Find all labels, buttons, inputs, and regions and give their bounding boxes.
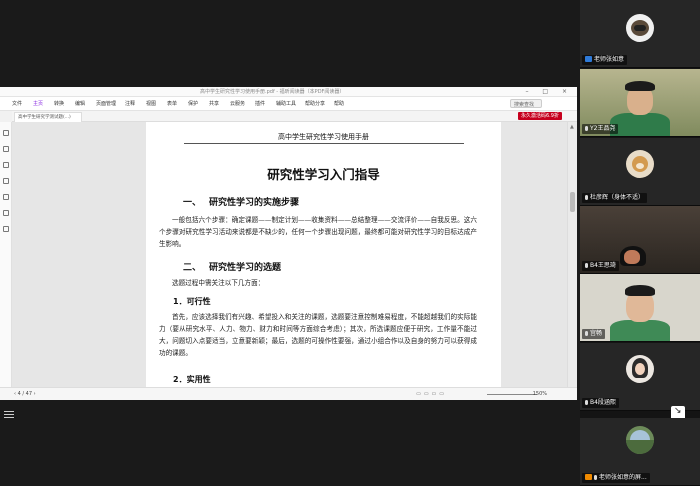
promo-badge[interactable]: 永久激活码6.9折: [518, 112, 562, 120]
title-bar: 高中学生研究性学习使用手册.pdf - 福昕阅读器（本PDF阅读器） – □ ×: [0, 87, 577, 97]
menu-plugins[interactable]: 插件: [255, 100, 265, 107]
page-number: 4 / 47: [17, 391, 33, 397]
mic-icon: [585, 263, 588, 268]
meeting-window: 高中学生研究性学习使用手册.pdf - 福昕阅读器（本PDF阅读器） – □ ×…: [0, 0, 700, 486]
view-mode-icons[interactable]: ▭▭▭▭: [416, 391, 447, 397]
window-title: 高中学生研究性学习使用手册.pdf - 福昕阅读器（本PDF阅读器）: [200, 89, 345, 95]
menu-view[interactable]: 视图: [146, 100, 156, 107]
menu-icon[interactable]: [4, 409, 18, 421]
participant-label: 老师张如意: [582, 55, 628, 65]
page-indicator[interactable]: ‹ 4 / 47 ›: [14, 391, 36, 397]
avatar: [626, 150, 654, 178]
host-badge-icon: [585, 56, 592, 62]
section1-paragraph: 一般包括六个步骤：确定课题——制定计划——收集资料——总结整理——交流评价——自…: [159, 216, 477, 248]
left-toolbar: [0, 122, 12, 387]
header-rule: [184, 143, 464, 144]
section2-number: 二、: [183, 263, 202, 273]
search-input[interactable]: 搜索查找: [510, 99, 542, 108]
participant-tile[interactable]: 老师张如意: [580, 0, 700, 68]
comment-icon[interactable]: [3, 162, 9, 168]
participant-tile[interactable]: 杜彦辉（身体不适）: [580, 138, 700, 206]
participant-label: 杜彦辉（身体不适）: [582, 193, 648, 203]
menu-comment[interactable]: 注释: [125, 100, 135, 107]
avatar: [626, 355, 654, 383]
zoom-level[interactable]: 150%: [533, 391, 547, 397]
attachment-icon[interactable]: [3, 194, 9, 200]
share-icon: [585, 474, 592, 480]
document-tabs: 高中学生研究学测试题(...): [12, 111, 577, 122]
vertical-scrollbar[interactable]: ▲: [567, 122, 577, 387]
participant-tile[interactable]: 老师张如意的屏...: [580, 418, 700, 486]
avatar: [626, 14, 654, 42]
section2-intro: 选题过程中需关注以下几方面：: [172, 279, 265, 287]
avatar: [626, 426, 654, 454]
pdf-viewer-window: 高中学生研究性学习使用手册.pdf - 福昕阅读器（本PDF阅读器） – □ ×…: [0, 87, 577, 400]
menu-bar: 文件 主页 转换 编辑 页面管理 注释 视图 表单 保护 共享 云服务 插件 辅…: [0, 97, 577, 111]
participant-label: Y2王品尧: [582, 124, 619, 134]
menu-tools[interactable]: 辅助工具: [276, 100, 296, 107]
mic-icon: [594, 475, 597, 480]
participant-tile[interactable]: B4段涵熙: [580, 343, 700, 411]
menu-file[interactable]: 文件: [12, 100, 22, 107]
status-bar: ‹ 4 / 47 › ▭▭▭▭ 150%: [0, 387, 577, 400]
participant-label: 宫畅: [582, 329, 606, 339]
running-header: 高中学生研究性学习使用手册: [278, 133, 369, 141]
section1-title: 研究性学习的实施步骤: [209, 198, 300, 208]
subsection-feasibility: 1．可行性: [173, 297, 211, 306]
feasibility-paragraph: 首先，应该选择我们有兴趣、希望投入和关注的课题，选题要注意控制难易程度，不能超越…: [159, 313, 477, 357]
participant-tile[interactable]: Y2王品尧: [580, 69, 700, 137]
participant-tile[interactable]: 宫畅: [580, 274, 700, 342]
menu-share-help[interactable]: 帮助分享: [305, 100, 325, 107]
participant-panel: 老师张如意 Y2王品尧 杜彦辉（身体不适） B4王思琦 宫畅 B4段涵熙 ↘ 老…: [580, 0, 700, 486]
menu-edit[interactable]: 编辑: [75, 100, 85, 107]
participant-tile[interactable]: B4王思琦: [580, 206, 700, 274]
thumbnail-icon[interactable]: [3, 146, 9, 152]
scroll-thumb[interactable]: [570, 192, 575, 212]
section2-title: 研究性学习的选题: [209, 263, 282, 273]
menu-protect[interactable]: 保护: [188, 100, 198, 107]
tab-document[interactable]: 高中学生研究学测试题(...): [14, 112, 82, 122]
menu-pages[interactable]: 页面管理: [96, 100, 116, 107]
mic-icon: [585, 400, 588, 405]
participant-label: B4段涵熙: [582, 398, 619, 408]
shared-screen: 高中学生研究性学习使用手册.pdf - 福昕阅读器（本PDF阅读器） – □ ×…: [0, 0, 580, 486]
security-icon[interactable]: [3, 226, 9, 232]
menu-help[interactable]: 帮助: [334, 100, 344, 107]
signature-icon[interactable]: [3, 210, 9, 216]
menu-cloud[interactable]: 云服务: [230, 100, 245, 107]
layers-icon[interactable]: [3, 178, 9, 184]
zoom-slider[interactable]: [487, 394, 537, 395]
mic-icon: [585, 126, 588, 131]
section1-number: 一、: [183, 198, 202, 208]
mic-icon: [585, 195, 588, 200]
page-canvas[interactable]: 高中学生研究性学习使用手册 研究性学习入门指导 一、 研究性学习的实施步骤 一般包…: [12, 122, 567, 387]
scroll-up-icon[interactable]: ▲: [570, 124, 574, 130]
page-title: 研究性学习入门指导: [267, 167, 380, 182]
pdf-page: 高中学生研究性学习使用手册 研究性学习入门指导 一、 研究性学习的实施步骤 一般包…: [146, 122, 501, 387]
section1-heading: 一、 研究性学习的实施步骤: [183, 195, 299, 208]
menu-share[interactable]: 共享: [209, 100, 219, 107]
menu-home[interactable]: 主页: [33, 100, 43, 107]
menu-convert[interactable]: 转换: [54, 100, 64, 107]
subsection-practicality: 2．实用性: [173, 375, 211, 384]
section2-heading: 二、 研究性学习的选题: [183, 260, 281, 273]
bookmark-icon[interactable]: [3, 130, 9, 136]
participant-label: 老师张如意的屏...: [582, 473, 650, 483]
window-controls[interactable]: – □ ×: [525, 88, 573, 95]
mic-icon: [585, 331, 588, 336]
menu-form[interactable]: 表单: [167, 100, 177, 107]
participant-label: B4王思琦: [582, 261, 619, 271]
